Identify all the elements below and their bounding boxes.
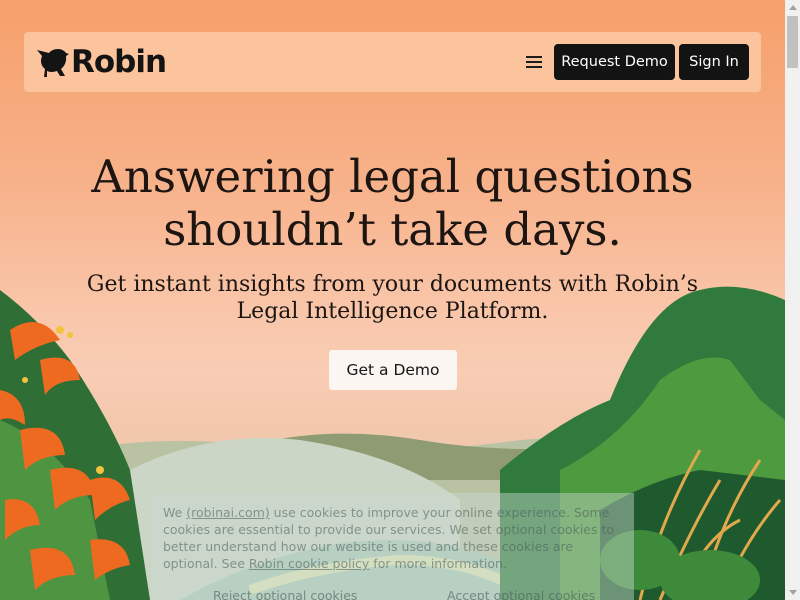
hero-title: Answering legal questions shouldn’t take…	[0, 150, 785, 256]
top-navigation-bar: Robin Request Demo Sign In	[24, 32, 761, 92]
request-demo-button[interactable]: Request Demo	[554, 44, 675, 80]
get-a-demo-button[interactable]: Get a Demo	[329, 350, 457, 390]
robin-bird-icon	[37, 49, 69, 77]
cookie-banner-text: We (robinai.com) use cookies to improve …	[163, 504, 618, 572]
hero-title-line-2: shouldn’t take days.	[163, 203, 622, 256]
cookie-consent-banner: We (robinai.com) use cookies to improve …	[151, 493, 634, 600]
hero-subtitle-line-1: Get instant insights from your documents…	[86, 272, 699, 297]
cookie-text-end: for more information.	[369, 556, 507, 571]
site-link[interactable]: (robinai.com)	[186, 505, 269, 520]
scrollbar-thumb[interactable]	[787, 16, 798, 68]
robin-logo[interactable]: Robin	[36, 44, 167, 80]
scroll-up-arrow-icon[interactable]	[785, 0, 800, 15]
sign-in-button[interactable]: Sign In	[679, 44, 749, 80]
hero-subtitle-line-2: Legal Intelligence Platform.	[236, 299, 549, 324]
hero-subtitle: Get instant insights from your documents…	[0, 271, 785, 325]
scroll-down-arrow-icon[interactable]	[785, 585, 800, 600]
hamburger-menu-icon[interactable]	[522, 52, 546, 72]
accept-optional-cookies-button[interactable]: Accept optional cookies	[447, 587, 595, 600]
cookie-text-start: We	[163, 505, 187, 520]
page-viewport: Robin Request Demo Sign In Answering leg…	[0, 0, 785, 600]
hero-title-line-1: Answering legal questions	[91, 150, 694, 203]
cookie-policy-link[interactable]: Robin cookie policy	[249, 556, 369, 571]
vertical-scrollbar[interactable]	[785, 0, 800, 600]
brand-name: Robin	[71, 44, 167, 80]
reject-optional-cookies-button[interactable]: Reject optional cookies	[213, 587, 357, 600]
